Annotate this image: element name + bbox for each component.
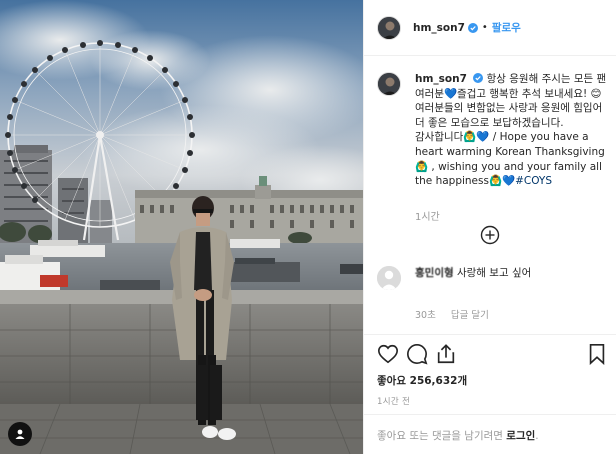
- caption-username[interactable]: hm_son7: [415, 73, 467, 85]
- post-photo[interactable]: [0, 0, 363, 454]
- caption-avatar[interactable]: [377, 72, 401, 96]
- bookmark-icon[interactable]: [586, 343, 608, 365]
- comment-meta: 30초 답글 달기: [415, 307, 501, 321]
- comment-icon[interactable]: [406, 343, 428, 365]
- likes-number: 256,632개: [409, 375, 468, 387]
- add-comment-plus-icon[interactable]: [480, 225, 500, 245]
- share-icon[interactable]: [435, 343, 457, 365]
- header-separator: •: [481, 22, 488, 33]
- posted-time: 1시간 전: [377, 397, 411, 407]
- likes-label: 좋아요: [377, 375, 406, 387]
- comment-avatar[interactable]: [377, 266, 401, 290]
- follow-button[interactable]: 팔로우: [492, 20, 521, 35]
- post-side-panel: hm_son7 • 팔로우 hm_son7 항상 응원해 주시는 모든 팬 여러…: [363, 0, 616, 454]
- header-avatar[interactable]: [377, 15, 401, 40]
- hashtag-link[interactable]: #COYS: [515, 175, 552, 187]
- login-prompt-bar: 좋아요 또는 댓글을 남기려면 로그인.: [364, 414, 616, 454]
- user-tag-icon[interactable]: [8, 422, 32, 446]
- caption-body: 항상 응원해 주시는 모든 팬 여러분💙즐겁고 행복한 추석 보내세요! 😊 여…: [415, 73, 607, 188]
- action-bar: [364, 334, 616, 368]
- post-header: hm_son7 • 팔로우: [364, 0, 616, 56]
- comment-username[interactable]: 흥민이형: [415, 267, 454, 279]
- login-link[interactable]: 로그인: [506, 430, 535, 442]
- verified-badge-icon: [473, 73, 484, 83]
- comment-body: 사랑해 보고 싶어: [456, 267, 532, 279]
- reply-button[interactable]: 답글 달기: [451, 310, 489, 321]
- comment-time: 30초: [415, 310, 436, 321]
- london-eye-photo: [0, 0, 363, 454]
- heart-icon[interactable]: [377, 343, 399, 365]
- verified-badge-icon: [467, 22, 478, 33]
- caption-time: 1시간: [415, 212, 440, 223]
- login-prompt-suffix: .: [535, 430, 539, 442]
- caption-text: hm_son7 항상 응원해 주시는 모든 팬 여러분💙즐겁고 행복한 추석 보…: [415, 72, 609, 189]
- header-username[interactable]: hm_son7: [413, 22, 465, 34]
- comment-text: 흥민이형 사랑해 보고 싶어: [415, 266, 607, 281]
- likes-count[interactable]: 좋아요 256,632개: [377, 373, 467, 388]
- caption-block: hm_son7 항상 응원해 주시는 모든 팬 여러분💙즐겁고 행복한 추석 보…: [377, 72, 609, 189]
- comment-item: 흥민이형 사랑해 보고 싶어 30초 답글 달기: [377, 266, 607, 321]
- login-prompt-text: 좋아요 또는 댓글을 남기려면: [377, 430, 503, 442]
